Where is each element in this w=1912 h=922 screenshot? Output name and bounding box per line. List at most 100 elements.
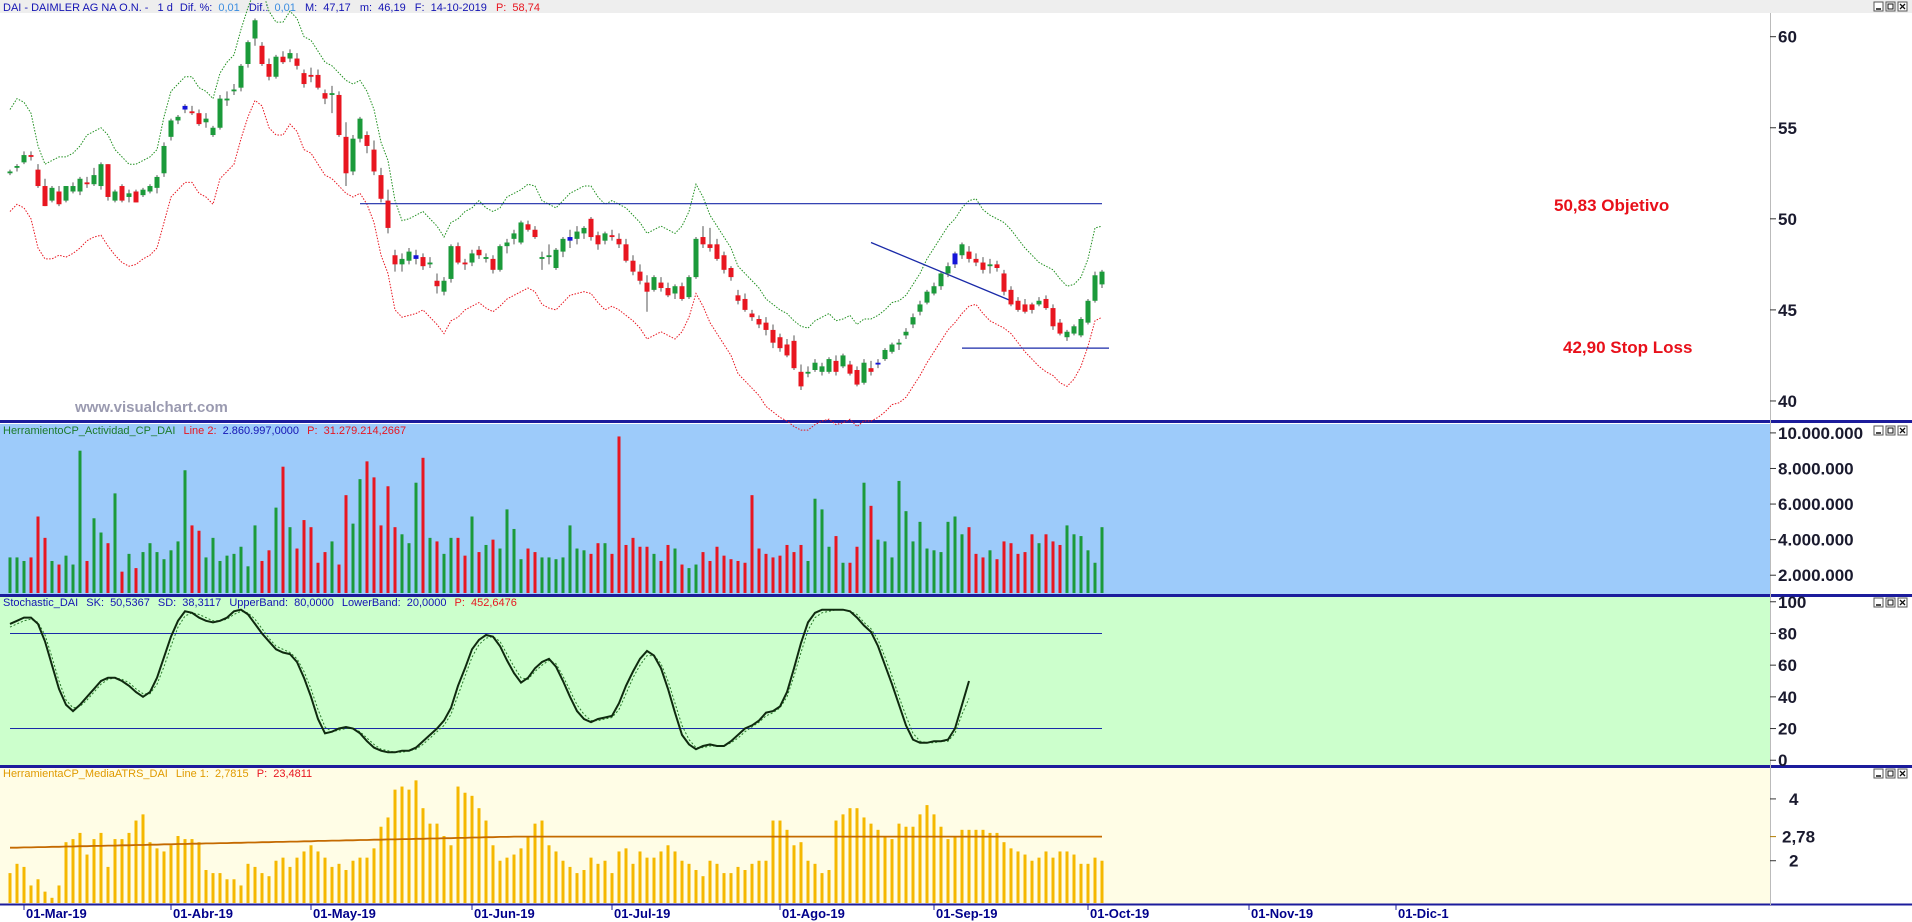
atr-bar: [869, 823, 873, 903]
volume-bar: [183, 470, 187, 593]
volume-bar: [491, 539, 495, 593]
volume-tick-label: 10.000.000: [1778, 424, 1863, 443]
atr-bar: [743, 870, 747, 903]
atr-bar: [29, 885, 33, 903]
volume-bar: [582, 550, 586, 593]
volume-bar: [43, 537, 47, 593]
close-icon[interactable]: [1897, 425, 1908, 436]
volume-bar: [99, 532, 103, 593]
atr-bar: [974, 829, 978, 903]
candle-body: [252, 20, 258, 39]
volume-bar: [869, 505, 873, 593]
atr-bar: [421, 808, 425, 903]
price-tick-label: 40: [1778, 392, 1797, 411]
volume-line-value: 2.860.997,0000: [223, 425, 299, 437]
atr-bar: [785, 829, 789, 903]
volume-bar: [1093, 562, 1097, 593]
volume-bar: [841, 562, 845, 593]
minimize-icon[interactable]: [1873, 1, 1884, 12]
volume-bar: [834, 536, 838, 593]
volume-bar: [1030, 534, 1034, 593]
volume-bar: [365, 461, 369, 593]
atr-bar: [792, 845, 796, 903]
candle-body: [840, 355, 846, 367]
atr-bar: [400, 786, 404, 903]
atr-bar: [883, 836, 887, 903]
volume-bar: [267, 550, 271, 593]
close-icon[interactable]: [1897, 768, 1908, 779]
maximize-icon[interactable]: [1885, 425, 1896, 436]
atr-bar: [267, 876, 271, 903]
atr-bar: [232, 879, 236, 903]
volume-bar: [694, 564, 698, 593]
atr-bar: [316, 851, 320, 903]
minimize-icon[interactable]: [1873, 425, 1884, 436]
atr-bar: [540, 820, 544, 903]
price-tick-label: 60: [1778, 28, 1797, 47]
candle-body: [812, 362, 818, 370]
volume-bar: [218, 560, 222, 593]
volume-bar: [750, 495, 754, 593]
atr-bar: [1009, 848, 1013, 903]
atr-bar: [155, 848, 159, 903]
atr-bar: [953, 836, 957, 903]
minimize-icon[interactable]: [1873, 768, 1884, 779]
close-icon[interactable]: [1897, 1, 1908, 12]
candle-body: [931, 286, 937, 294]
candle-body: [259, 45, 265, 64]
atr-bar: [470, 795, 474, 903]
atr-bar: [64, 842, 68, 903]
atr-bar: [582, 870, 586, 903]
candle-body: [175, 116, 181, 121]
atr-bar: [764, 860, 768, 903]
maximize-icon[interactable]: [1885, 597, 1896, 608]
volume-bar: [393, 527, 397, 593]
volume-bar: [554, 559, 558, 593]
atr-bar: [890, 839, 894, 903]
volume-bar: [15, 557, 19, 593]
maximize-icon[interactable]: [1885, 1, 1896, 12]
atr-bar: [960, 829, 964, 903]
atr-bar: [50, 897, 54, 903]
maximize-icon[interactable]: [1885, 768, 1896, 779]
atr-bar: [526, 836, 530, 903]
candle-body: [945, 266, 951, 274]
candle-body: [882, 349, 888, 360]
atr-bar: [897, 823, 901, 903]
atr-bar: [687, 863, 691, 903]
minimize-icon[interactable]: [1873, 597, 1884, 608]
date-tick-label: 01-Jul-19: [614, 906, 670, 921]
volume-bar: [141, 552, 145, 593]
atr-bar: [351, 860, 355, 903]
watermark: www.visualchart.com: [74, 399, 228, 416]
volume-bar: [337, 564, 341, 593]
volume-bar: [561, 557, 565, 593]
candle-body: [98, 164, 104, 187]
price-header: DAI - DAIMLER AG NA O.N. - 1 d Dif. %: 0…: [3, 2, 540, 14]
volume-bar: [505, 509, 509, 593]
atr-bar: [1100, 860, 1104, 903]
price-tick-label: 50: [1778, 210, 1797, 229]
volume-bar: [344, 495, 348, 593]
atr-bar: [778, 820, 782, 903]
volume-bar: [1044, 534, 1048, 593]
candle-body: [756, 319, 762, 325]
atr-bar: [624, 848, 628, 903]
volume-bar: [764, 553, 768, 593]
chart-root: DAI - DAIMLER AG NA O.N. - 1 d Dif. %: 0…: [0, 0, 1912, 922]
date-label: F:: [415, 2, 425, 14]
atr-bar: [925, 805, 929, 903]
volume-bar: [1051, 541, 1055, 593]
candle-body: [896, 342, 902, 345]
stochastic-panel-background[interactable]: [0, 597, 1770, 765]
volume-tick-label: 8.000.000: [1778, 459, 1854, 478]
candle-body: [665, 288, 671, 296]
atr-bar: [736, 866, 740, 903]
atr-bar: [1044, 851, 1048, 903]
volume-bar: [323, 552, 327, 593]
candle-body: [210, 127, 216, 136]
candle-body: [63, 186, 69, 201]
atr-bar: [484, 820, 488, 903]
candle-body: [728, 268, 734, 278]
close-icon[interactable]: [1897, 597, 1908, 608]
